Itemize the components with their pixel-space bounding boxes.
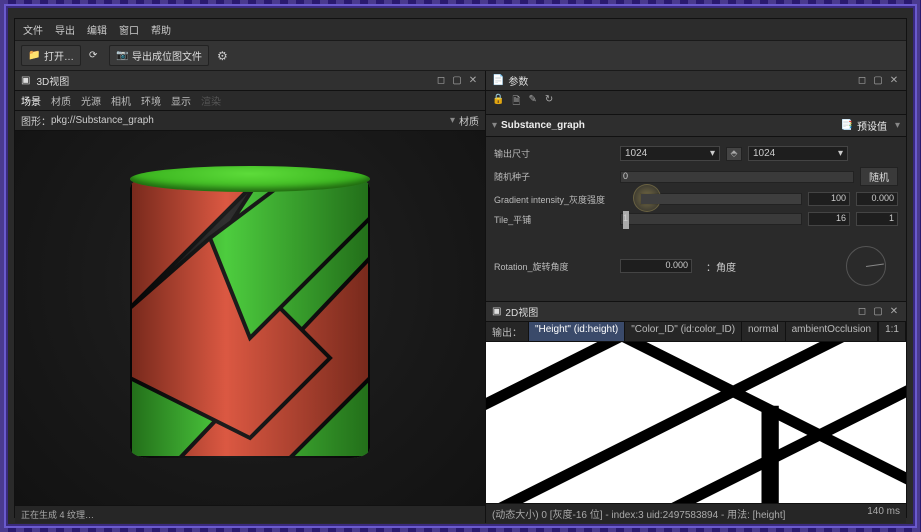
collapse-icon[interactable]: ▾ (492, 120, 497, 131)
tab-renderer[interactable]: 渲染 (201, 93, 221, 108)
preset-label[interactable]: 预设值 (857, 118, 887, 133)
refresh-icon[interactable]: ⟳ (89, 50, 101, 62)
rotation-val[interactable]: 0.000 (620, 259, 692, 273)
graph-label: 图形： (21, 113, 51, 128)
seed-input[interactable]: 0 (620, 171, 854, 183)
status-right-main: (动态大小) 0 [灰度-16 位] - index:3 uid:2497583… (492, 506, 785, 521)
tile-b[interactable]: 1 (856, 212, 898, 226)
chevron-down-icon: ▾ (838, 148, 843, 159)
angle-wheel[interactable] (846, 246, 886, 286)
maximize-icon[interactable]: ▢ (451, 75, 463, 87)
view3d-title: 3D视图 (36, 73, 69, 88)
menu-window[interactable]: 窗口 (119, 22, 139, 37)
maximize-icon[interactable]: ▢ (872, 75, 884, 87)
tab-height[interactable]: "Height" (id:height) (529, 322, 625, 341)
status-left: 正在生成 4 纹理… (15, 505, 485, 523)
params-header-title: 参数 (508, 73, 528, 88)
export-bitmap-button[interactable]: 📷 导出成位图文件 (109, 45, 209, 66)
view3d-panel: ▣ 3D视图 ◻ ▢ ✕ 场景 材质 光源 相机 环境 显示 渲染 图形： pk… (15, 71, 486, 523)
chevron-down-icon[interactable]: ▾ (895, 120, 900, 131)
gradient-slider[interactable]: ↖ (640, 193, 802, 205)
params-body: 输出尺寸 1024▾ ⬘ 1024▾ 随机种子 0 随机 Gradient in… (486, 137, 906, 301)
file-icon[interactable]: 🗎 (512, 94, 520, 111)
status-right-ms: 140 ms (867, 506, 900, 521)
gradient-val[interactable]: 100 (808, 192, 850, 206)
gradient-float[interactable]: 0.000 (856, 192, 898, 206)
view2d-icon: ▣ (492, 306, 501, 317)
undock-icon[interactable]: ◻ (435, 75, 447, 87)
substance-graph-title: Substance_graph (501, 120, 585, 131)
output-size-a[interactable]: 1024▾ (620, 146, 720, 161)
export-bitmap-label: 导出成位图文件 (132, 48, 202, 63)
link-icon[interactable]: ⬘ (726, 147, 742, 161)
menubar: 文件 导出 编辑 窗口 帮助 (15, 19, 906, 40)
output-tabs: 输出： "Height" (id:height) "Color_ID" (id:… (486, 322, 906, 342)
tab-env[interactable]: 环境 (141, 93, 161, 108)
undock-icon[interactable]: ◻ (856, 75, 868, 87)
clock-icon[interactable]: ↻ (545, 94, 553, 111)
tab-display[interactable]: 显示 (171, 93, 191, 108)
tile-label: Tile_平铺 (494, 213, 614, 226)
close-icon[interactable]: ✕ (888, 75, 900, 87)
out-label: 输出： (486, 322, 529, 341)
cursor-icon: ↖ (647, 192, 656, 205)
tab-ao[interactable]: ambientOcclusion (786, 322, 878, 341)
rotation-label: Rotation_旋转角度 (494, 260, 614, 273)
camera-icon: 📷 (116, 50, 128, 62)
status-right: (动态大小) 0 [灰度-16 位] - index:3 uid:2497583… (486, 503, 906, 523)
close-icon[interactable]: ✕ (467, 75, 479, 87)
params-iconbar: 🔒 🗎 ✎ ↻ (486, 91, 906, 115)
viewport-3d[interactable] (15, 131, 485, 505)
toolbar: 📁 打开… ⟳ 📷 导出成位图文件 ⚙ (15, 40, 906, 71)
graph-path: pkg://Substance_graph (51, 115, 154, 126)
maximize-icon[interactable]: ▢ (872, 306, 884, 318)
tab-camera[interactable]: 相机 (111, 93, 131, 108)
lock-icon[interactable]: 🔒 (492, 94, 504, 111)
preset-icon: 📑 (841, 120, 853, 131)
tab-material[interactable]: 材质 (51, 93, 71, 108)
view3d-icon: ▣ (21, 75, 30, 86)
open-label: 打开… (44, 48, 74, 63)
tab-light[interactable]: 光源 (81, 93, 101, 108)
open-button[interactable]: 📁 打开… (21, 45, 81, 66)
material-label: 材质 (459, 113, 479, 128)
cylinder-mesh (130, 158, 370, 478)
folder-icon: 📁 (28, 50, 40, 62)
random-button[interactable]: 随机 (860, 167, 898, 186)
close-icon[interactable]: ✕ (888, 306, 900, 318)
menu-edit[interactable]: 编辑 (87, 22, 107, 37)
tile-a[interactable]: 16 (808, 212, 850, 226)
tile-slider[interactable]: 1 (620, 213, 802, 225)
gear-icon[interactable]: ⚙ (217, 49, 228, 63)
doc-icon: 📄 (492, 75, 504, 86)
view3d-tabs: 场景 材质 光源 相机 环境 显示 渲染 (15, 91, 485, 111)
output-size-label: 输出尺寸 (494, 147, 614, 160)
tab-one[interactable]: 1:1 (878, 322, 906, 341)
undock-icon[interactable]: ◻ (856, 306, 868, 318)
angle-label: ：角度 (706, 259, 736, 274)
menu-export[interactable]: 导出 (55, 22, 75, 37)
menu-file[interactable]: 文件 (23, 22, 43, 37)
tab-scene[interactable]: 场景 (21, 93, 41, 108)
view2d-title: 2D视图 (505, 304, 538, 319)
chevron-down-icon: ▾ (710, 148, 715, 159)
tab-normal[interactable]: normal (742, 322, 786, 341)
output-size-b[interactable]: 1024▾ (748, 146, 848, 161)
viewport-2d[interactable] (486, 342, 906, 503)
gradient-label: Gradient intensity_灰度强度 (494, 193, 634, 206)
graph-dropdown-icon[interactable]: ▾ (450, 115, 455, 126)
pencil-icon[interactable]: ✎ (528, 94, 536, 111)
seed-label: 随机种子 (494, 170, 614, 183)
menu-help[interactable]: 帮助 (151, 22, 171, 37)
tab-colorid[interactable]: "Color_ID" (id:color_ID) (625, 322, 742, 341)
